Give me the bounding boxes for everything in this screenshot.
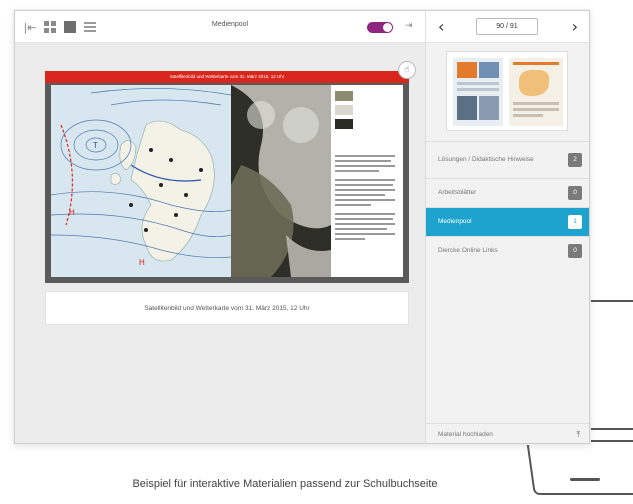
page-indicator[interactable]: 90 / 91 <box>476 18 538 35</box>
side-panel: ‹ 90 / 91 › Lösungen / Didaktische Hinwe… <box>425 11 589 443</box>
page-navigation: ‹ 90 / 91 › <box>426 11 589 43</box>
single-view-icon[interactable] <box>63 20 77 34</box>
page-thumbnail[interactable] <box>446 51 568 131</box>
upload-material-button[interactable]: Material hochladen ⤒ <box>426 423 589 443</box>
list-view-icon[interactable] <box>83 20 97 34</box>
previous-page-icon[interactable]: ‹ <box>438 17 444 36</box>
menu-item-medienpool[interactable]: Medienpool 1 <box>426 207 589 236</box>
svg-text:H: H <box>139 258 145 267</box>
media-image[interactable]: Satellitenbild und Wetterkarte vom 31. M… <box>45 71 409 283</box>
menu-item-label: Diercke Online Links <box>438 247 498 254</box>
weather-map: T H H <box>51 85 231 277</box>
count-badge: 2 <box>568 153 582 167</box>
media-legend-panel <box>331 85 403 277</box>
menu-item-label: Lösungen / Didaktische Hinweise <box>438 156 534 163</box>
menu-item-arbeitsblaetter[interactable]: Arbeitsblätter 0 <box>426 178 589 207</box>
count-badge: 0 <box>568 244 582 258</box>
material-menu: Lösungen / Didaktische Hinweise 2 Arbeit… <box>426 141 589 265</box>
count-badge: 0 <box>568 186 582 200</box>
grid-view-icon[interactable] <box>43 20 57 34</box>
hand-tool-icon[interactable]: ☝ <box>398 61 416 79</box>
legend-swatch <box>335 119 353 129</box>
media-caption: Satellitenbild und Wetterkarte vom 31. M… <box>45 291 409 325</box>
footer-caption: Beispiel für interaktive Materialien pas… <box>132 478 438 490</box>
legend-swatch <box>335 91 353 101</box>
menu-item-label: Arbeitsblätter <box>438 189 477 196</box>
upload-label: Material hochladen <box>438 431 493 438</box>
tablet-screen: |⇤ Medienpool ⇥ Satellitenbild und Wette… <box>14 10 590 444</box>
top-toolbar: |⇤ Medienpool ⇥ <box>15 11 425 43</box>
svg-text:H: H <box>69 208 75 217</box>
media-header: Satellitenbild und Wetterkarte vom 31. M… <box>45 71 409 83</box>
legend-swatch <box>335 105 353 115</box>
count-badge: 1 <box>568 215 582 229</box>
menu-item-diercke-links[interactable]: Diercke Online Links 0 <box>426 236 589 265</box>
media-stage: Satellitenbild und Wetterkarte vom 31. M… <box>15 43 425 443</box>
satellite-image <box>231 85 331 277</box>
menu-item-label: Medienpool <box>438 218 472 225</box>
user-toggle[interactable] <box>367 22 393 33</box>
toolbar-title: Medienpool <box>211 21 249 28</box>
menu-item-loesungen[interactable]: Lösungen / Didaktische Hinweise 2 <box>426 141 589 178</box>
upload-icon: ⤒ <box>576 430 580 439</box>
next-page-icon[interactable]: › <box>572 17 578 36</box>
expand-right-icon[interactable]: ⇥ <box>405 21 413 31</box>
svg-text:T: T <box>93 141 98 150</box>
laptop-slot <box>570 478 600 481</box>
collapse-left-icon[interactable]: |⇤ <box>23 20 37 34</box>
